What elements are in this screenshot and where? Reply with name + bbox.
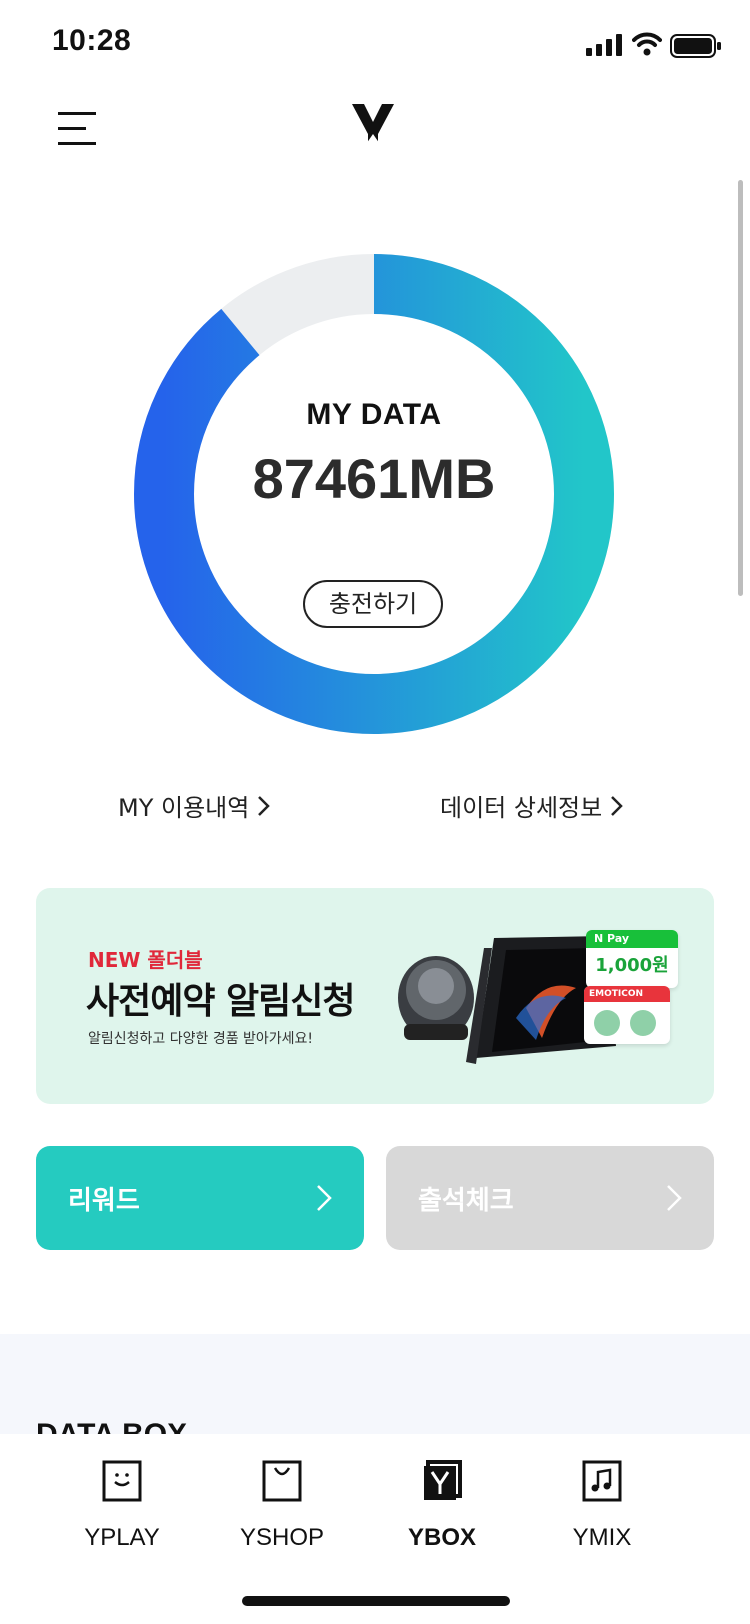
- chevron-right-icon: [611, 795, 623, 816]
- y-logo-icon[interactable]: [352, 104, 394, 150]
- nav-item-yplay[interactable]: YPLAY: [52, 1460, 192, 1552]
- npay-label: N Pay: [586, 930, 678, 948]
- chevron-right-icon: [317, 1185, 332, 1211]
- attendance-check-button[interactable]: 출석체크: [386, 1146, 714, 1250]
- reward-button-label: 리워드: [68, 1186, 140, 1216]
- home-indicator: [242, 1596, 510, 1606]
- music-note-icon: [582, 1460, 622, 1502]
- banner-tag: NEW 폴더블: [88, 948, 203, 972]
- nav-item-ybox[interactable]: YBOX: [372, 1460, 512, 1552]
- npay-amount: 1,000원: [595, 955, 669, 976]
- nav-item-ymix[interactable]: YMIX: [532, 1460, 672, 1552]
- nav-label-ymix: YMIX: [572, 1524, 632, 1551]
- hamburger-icon[interactable]: [58, 112, 96, 146]
- nav-label-yshop: YSHOP: [239, 1524, 325, 1551]
- data-detail-link[interactable]: 데이터 상세정보: [440, 788, 624, 823]
- chevron-right-icon: [258, 795, 271, 816]
- nav-label-yplay: YPLAY: [84, 1524, 160, 1551]
- battery-icon: [670, 34, 721, 58]
- reward-button[interactable]: 리워드: [36, 1146, 364, 1250]
- scrollbar[interactable]: [738, 180, 743, 596]
- my-data-label: MY DATA: [306, 398, 442, 431]
- my-usage-link-label: MY 이용내역: [118, 794, 250, 822]
- charge-button[interactable]: 충전하기: [303, 580, 443, 628]
- status-time: 10:28: [52, 24, 132, 57]
- emoticon-character-icon: [630, 1010, 656, 1036]
- smile-box-icon: [102, 1460, 142, 1502]
- wifi-icon: [632, 32, 662, 56]
- chevron-right-icon: [667, 1185, 682, 1211]
- nav-label-ybox: YBOX: [407, 1524, 476, 1551]
- my-usage-link[interactable]: MY 이용내역: [118, 788, 271, 823]
- npay-reward-card: N Pay 1,000원: [586, 930, 678, 988]
- emoticon-label: EMOTICON: [584, 986, 670, 1002]
- cellular-signal-icon: [586, 34, 622, 56]
- foldable-preorder-banner[interactable]: NEW 폴더블 사전예약 알림신청 알림신청하고 다양한 경품 받아가세요! N…: [36, 888, 714, 1104]
- my-data-value: 87461MB: [252, 447, 496, 510]
- emoticon-character-icon: [594, 1010, 620, 1036]
- emoticon-reward-card: EMOTICON: [584, 986, 670, 1044]
- nav-item-yshop[interactable]: YSHOP: [212, 1460, 352, 1552]
- y-box-icon: [424, 1460, 462, 1500]
- data-detail-link-label: 데이터 상세정보: [440, 794, 603, 822]
- banner-subtitle: 알림신청하고 다양한 경품 받아가세요!: [88, 1031, 314, 1047]
- data-widget: MY DATA 87461MB 충전하기: [126, 246, 622, 742]
- shopping-bag-icon: [262, 1460, 302, 1502]
- banner-title: 사전예약 알림신청: [86, 981, 355, 1022]
- attendance-check-label: 출석체크: [418, 1186, 514, 1216]
